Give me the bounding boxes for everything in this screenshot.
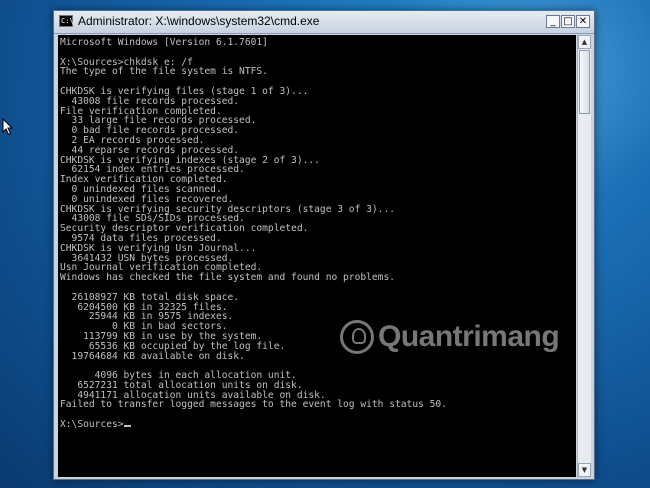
- console-line: Windows has checked the file system and …: [60, 272, 396, 284]
- console-line: The type of the file system is NTFS.: [60, 66, 268, 78]
- command-prompt: X:\Sources>: [60, 419, 124, 431]
- minimize-button[interactable]: _: [546, 15, 560, 28]
- window-title: Administrator: X:\windows\system32\cmd.e…: [78, 14, 320, 28]
- maximize-button[interactable]: □: [561, 15, 575, 28]
- prompt-line[interactable]: X:\Sources>: [58, 420, 576, 430]
- watermark-text: Quantrimang: [378, 320, 560, 353]
- cmd-window[interactable]: C:\ Administrator: X:\windows\system32\c…: [53, 10, 595, 480]
- scroll-up-button[interactable]: ▲: [578, 35, 591, 49]
- vertical-scrollbar[interactable]: ▲ ▼: [577, 35, 591, 477]
- lightbulb-logo-icon: [340, 320, 374, 354]
- console-line: Microsoft Windows [Version 6.1.7601]: [60, 37, 268, 48]
- scroll-thumb[interactable]: [579, 50, 590, 114]
- console-text: Microsoft Windows [Version 6.1.7601] X:\…: [58, 35, 576, 420]
- console-output[interactable]: Microsoft Windows [Version 6.1.7601] X:\…: [58, 35, 576, 477]
- scroll-down-button[interactable]: ▼: [578, 463, 591, 477]
- watermark: Quantrimang: [340, 320, 560, 354]
- text-cursor: [123, 425, 131, 428]
- title-bar[interactable]: C:\ Administrator: X:\windows\system32\c…: [54, 11, 594, 34]
- cmd-app-icon: C:\: [59, 15, 74, 27]
- close-button[interactable]: ✕: [576, 15, 590, 28]
- mouse-pointer-icon: [2, 118, 14, 136]
- console-line: Failed to transfer logged messages to th…: [60, 399, 447, 411]
